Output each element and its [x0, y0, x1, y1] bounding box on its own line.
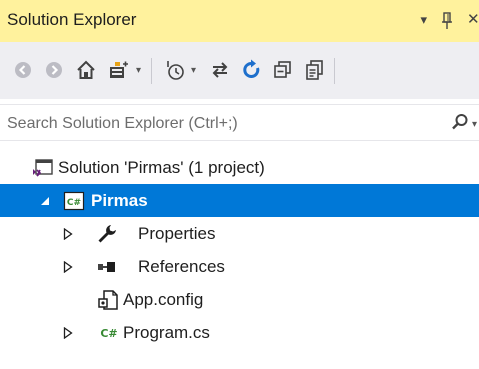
tree-item-app-config[interactable]: App.config: [0, 283, 479, 316]
pin-icon[interactable]: [441, 8, 453, 32]
switch-views-icon[interactable]: [104, 55, 134, 85]
config-file-icon: [97, 288, 121, 312]
expand-arrow-collapsed-icon[interactable]: [61, 260, 75, 274]
pending-changes-filter-icon[interactable]: [160, 55, 190, 85]
wrench-icon: [95, 222, 119, 246]
home-icon[interactable]: [71, 55, 101, 85]
csharp-file-icon: C#: [97, 321, 121, 345]
toolbar: ▾ ▾: [0, 42, 479, 99]
svg-text:C#: C#: [100, 327, 117, 340]
csharp-project-icon: C#: [62, 189, 86, 213]
tree-item-references[interactable]: References: [0, 250, 479, 283]
tree-item-label: Solution 'Pirmas' (1 project): [58, 157, 265, 177]
solution-tree: Solution 'Pirmas' (1 project) C# Pirmas …: [0, 144, 479, 369]
search-input[interactable]: Search Solution Explorer (Ctrl+;): [7, 115, 238, 133]
pending-changes-dropdown-icon[interactable]: ▾: [191, 55, 196, 85]
tree-item-label: Pirmas: [91, 190, 148, 210]
collapse-all-icon[interactable]: [268, 55, 298, 85]
switch-views-dropdown-icon[interactable]: ▾: [136, 55, 141, 85]
references-icon: [95, 255, 119, 279]
tree-item-properties[interactable]: Properties: [0, 217, 479, 250]
solution-icon: [31, 156, 55, 180]
svg-text:C#: C#: [67, 198, 81, 208]
sync-with-active-document-icon[interactable]: [205, 55, 235, 85]
tree-item-project[interactable]: C# Pirmas: [0, 184, 479, 217]
close-icon[interactable]: ✕: [467, 8, 479, 32]
expand-arrow-collapsed-icon[interactable]: [61, 326, 75, 340]
title-controls: ▾ ✕: [420, 8, 479, 32]
forward-icon[interactable]: [39, 55, 69, 85]
tree-item-label: App.config: [123, 289, 204, 309]
search-controls: ▾: [447, 112, 477, 136]
back-icon[interactable]: [8, 55, 38, 85]
tree-item-solution[interactable]: Solution 'Pirmas' (1 project): [0, 151, 479, 184]
search-options-dropdown-icon[interactable]: ▾: [472, 119, 477, 130]
panel-title: Solution Explorer: [7, 10, 137, 29]
search-icon[interactable]: [451, 113, 469, 136]
expand-arrow-expanded-icon[interactable]: [38, 194, 52, 208]
expand-arrow-collapsed-icon[interactable]: [61, 227, 75, 241]
tree-item-label: Program.cs: [123, 322, 210, 342]
tree-item-program-cs[interactable]: C# Program.cs: [0, 316, 479, 349]
search-box[interactable]: Search Solution Explorer (Ctrl+;) ▾: [0, 104, 479, 141]
title-bar: Solution Explorer ▾ ✕: [0, 0, 479, 42]
show-all-files-icon[interactable]: [300, 55, 330, 85]
tree-item-label: References: [138, 256, 225, 276]
tree-item-label: Properties: [138, 223, 216, 243]
refresh-icon[interactable]: [237, 55, 267, 85]
window-position-dropdown-icon[interactable]: ▾: [420, 8, 427, 32]
toolbar-separator: [151, 58, 152, 84]
toolbar-separator: [334, 58, 335, 84]
